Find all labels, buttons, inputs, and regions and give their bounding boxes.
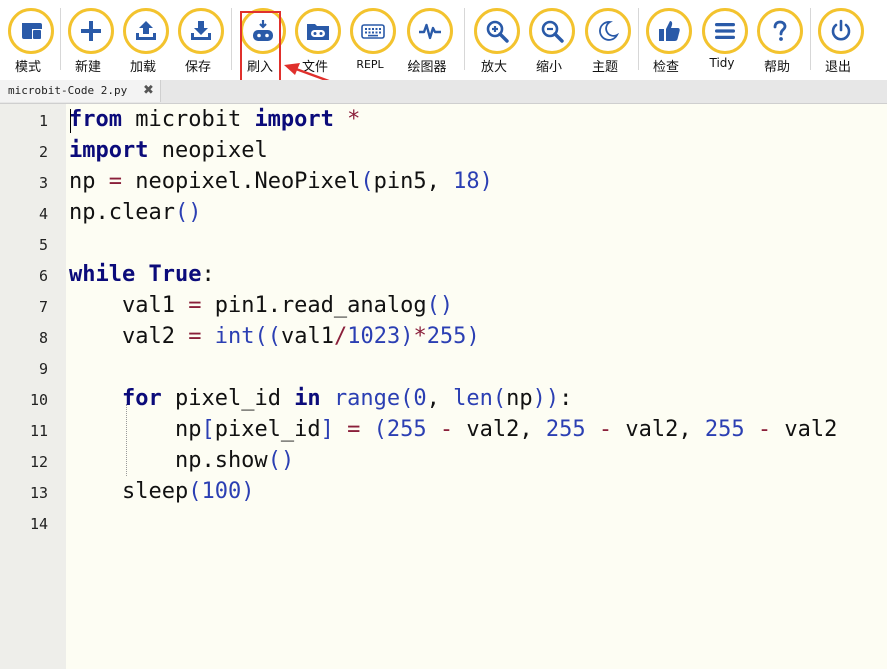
quit-button-circle[interactable] [818, 8, 864, 54]
tab-close-icon[interactable]: ✖ [143, 83, 154, 98]
tab-filename: microbit-Code 2.py [8, 84, 128, 97]
zoom-in-label: 放大 [480, 60, 507, 75]
line-number: 7 [38, 298, 48, 316]
mode-button-circle[interactable] [8, 8, 54, 54]
flash-highlight-box [240, 11, 281, 83]
code-line-10[interactable]: for pixel_id in range(0, len(np)): [69, 383, 572, 414]
quit-label: 退出 [824, 60, 851, 75]
moon-icon [599, 21, 620, 41]
zoom-out-icon [541, 20, 564, 43]
code-line-11[interactable]: np[pixel_id] = (255 - val2, 255 - val2, … [69, 414, 837, 445]
plotter-label: 绘图器 [407, 60, 447, 75]
code-editor[interactable]: from microbit import * import neopixel n… [66, 104, 887, 669]
line-number: 5 [38, 236, 48, 254]
code-line-6[interactable]: while True: [69, 259, 215, 290]
keyboard-icon [361, 24, 385, 39]
zoom-in-icon [486, 20, 509, 43]
help-button[interactable]: 帮助 [752, 6, 808, 78]
save-label: 保存 [184, 60, 211, 75]
new-label: 新建 [74, 60, 101, 75]
tab-bar: microbit-Code 2.py ✖ [0, 80, 887, 104]
files-button-circle[interactable] [295, 8, 341, 54]
line-number: 11 [29, 422, 48, 440]
load-button-circle[interactable] [123, 8, 169, 54]
line-number-gutter: 1 2 3 4 5 6 7 8 9 10 11 12 13 14 [0, 104, 66, 669]
upload-icon [136, 21, 156, 40]
help-button-circle[interactable] [757, 8, 803, 54]
plotter-button[interactable]: 绘图器 [402, 6, 458, 78]
line-number: 10 [29, 391, 48, 409]
files-icon [307, 24, 329, 40]
text-cursor [70, 109, 71, 133]
save-button[interactable]: 保存 [173, 6, 229, 78]
quit-button[interactable]: 退出 [813, 6, 869, 78]
line-number: 8 [38, 329, 48, 347]
zoom-out-button[interactable]: 缩小 [524, 6, 580, 78]
tidy-label: Tidy [709, 56, 735, 70]
tidy-button-circle[interactable] [702, 8, 748, 54]
check-button-circle[interactable] [646, 8, 692, 54]
mode-icon [22, 23, 42, 39]
tab-microbit-code[interactable]: microbit-Code 2.py ✖ [0, 80, 161, 102]
zoom-out-button-circle[interactable] [529, 8, 575, 54]
new-button-circle[interactable] [68, 8, 114, 54]
code-line-12[interactable]: np.show() [69, 445, 294, 476]
mode-label: 模式 [14, 60, 41, 75]
question-icon [773, 20, 787, 41]
plotter-button-circle[interactable] [407, 8, 453, 54]
save-button-circle[interactable] [178, 8, 224, 54]
load-label: 加载 [129, 60, 156, 75]
line-number: 1 [38, 112, 48, 130]
code-line-2[interactable]: import neopixel [69, 135, 268, 166]
theme-button[interactable]: 主题 [580, 6, 636, 78]
mode-button[interactable]: 模式 [3, 6, 59, 78]
zoom-out-label: 缩小 [535, 60, 562, 75]
line-number: 12 [29, 453, 48, 471]
code-line-7[interactable]: val1 = pin1.read_analog() [69, 290, 453, 321]
line-number: 14 [29, 515, 48, 533]
line-number: 4 [38, 205, 48, 223]
thumbs-up-icon [659, 21, 680, 41]
check-label: 检查 [652, 60, 679, 75]
code-line-4[interactable]: np.clear() [69, 197, 201, 228]
zoom-in-button-circle[interactable] [474, 8, 520, 54]
code-line-1[interactable]: from microbit import * [69, 104, 360, 135]
line-number: 9 [38, 360, 48, 378]
code-line-3[interactable]: np = neopixel.NeoPixel(pin5, 18) [69, 166, 493, 197]
repl-button[interactable]: REPL [345, 6, 401, 78]
line-number: 6 [38, 267, 48, 285]
theme-label: 主题 [591, 60, 618, 75]
repl-button-circle[interactable] [350, 8, 396, 54]
plotter-wave-icon [419, 23, 441, 40]
load-button[interactable]: 加载 [118, 6, 174, 78]
line-number: 2 [38, 143, 48, 161]
power-icon [831, 19, 851, 41]
new-button[interactable]: 新建 [63, 6, 119, 78]
plus-icon [81, 21, 101, 41]
zoom-in-button[interactable]: 放大 [469, 6, 525, 78]
line-number: 13 [29, 484, 48, 502]
line-number: 3 [38, 174, 48, 192]
code-line-13[interactable]: sleep(100) [69, 476, 255, 507]
check-button[interactable]: 检查 [641, 6, 697, 78]
help-label: 帮助 [763, 60, 790, 75]
download-icon [191, 21, 211, 40]
code-line-8[interactable]: val2 = int((val1/1023)*255) [69, 321, 480, 352]
theme-button-circle[interactable] [585, 8, 631, 54]
toolbar: 模式 新建 加载 保存 刷入 文件 REPL 绘图器 放大 缩小 主题 检查 T… [0, 0, 887, 90]
tidy-button[interactable]: Tidy [697, 6, 753, 78]
tidy-lines-icon [715, 23, 735, 39]
